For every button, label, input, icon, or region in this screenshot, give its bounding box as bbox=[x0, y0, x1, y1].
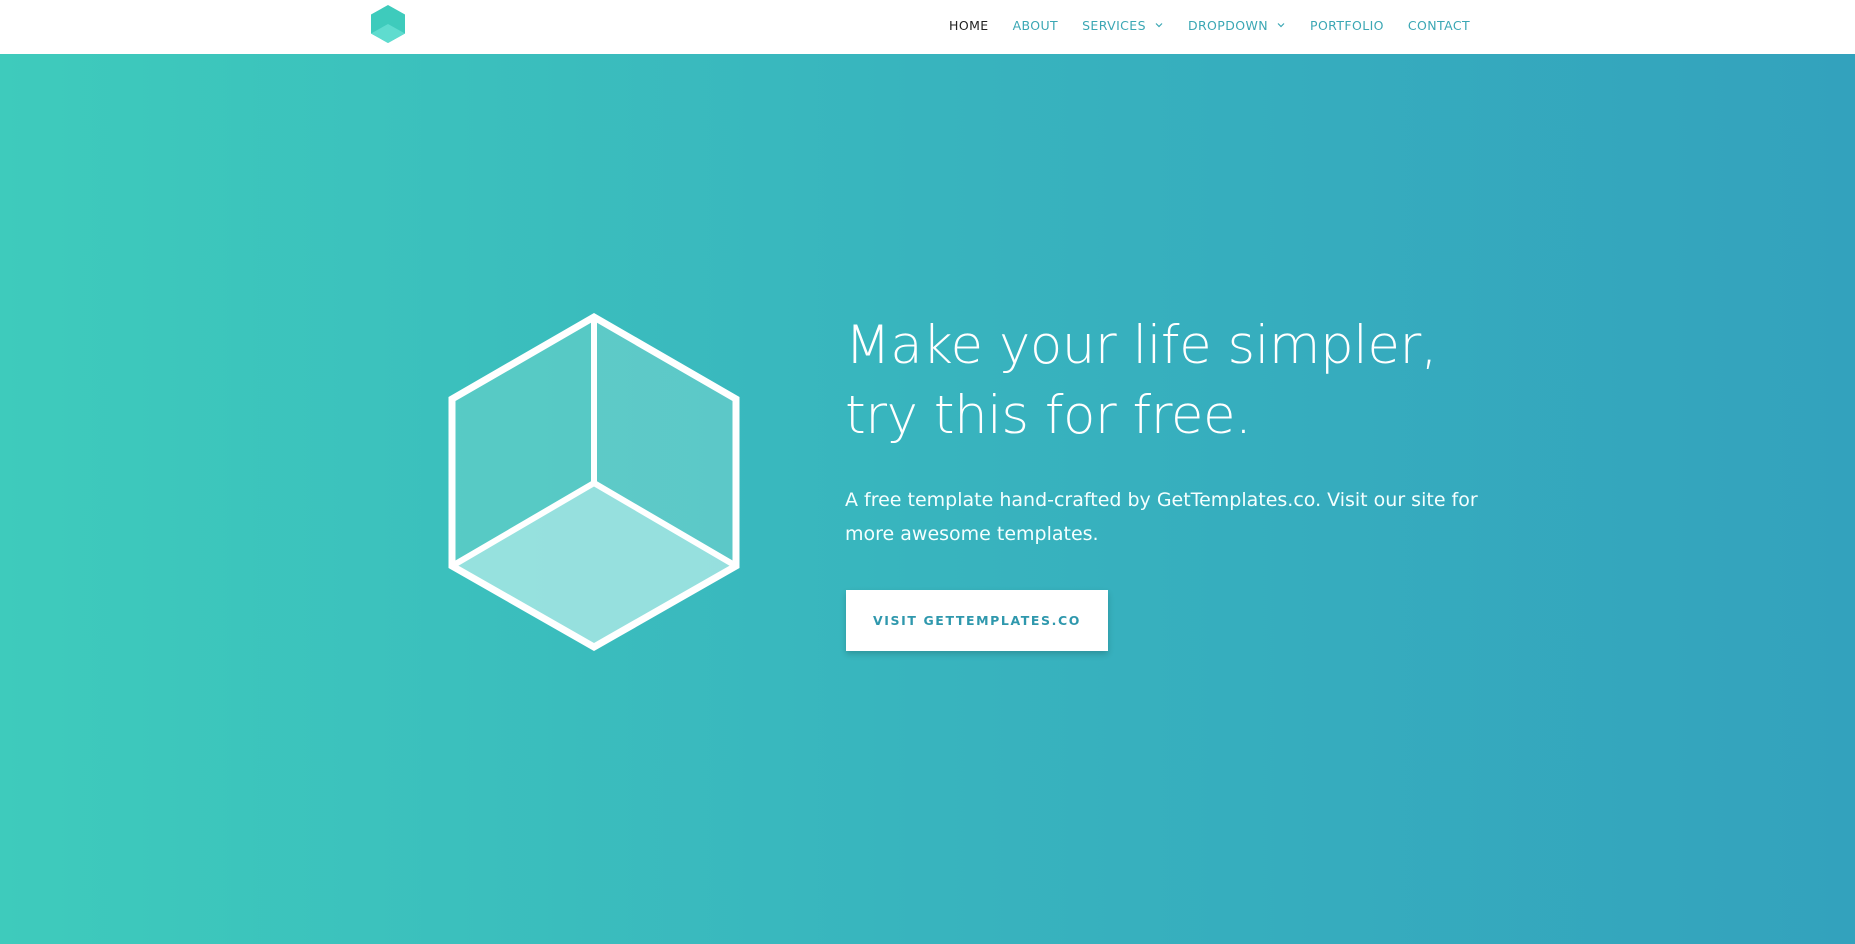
hero-headline-line1: Make your life simpler, bbox=[845, 315, 1438, 376]
navbar: HOME ABOUT SERVICES DROPDOWN PORTFOLIO C… bbox=[0, 0, 1855, 54]
hero-section: Make your life simpler, try this for fre… bbox=[0, 54, 1855, 944]
nav-menu: HOME ABOUT SERVICES DROPDOWN PORTFOLIO C… bbox=[925, 0, 1470, 50]
hero-headline-line2: try this for free. bbox=[845, 385, 1252, 446]
cube-icon bbox=[448, 312, 740, 651]
nav-item-label: ABOUT bbox=[1012, 17, 1059, 33]
nav-item-label: CONTACT bbox=[1407, 17, 1470, 33]
logo-hexagon-icon[interactable] bbox=[369, 4, 407, 44]
nav-item-home[interactable]: HOME bbox=[949, 18, 989, 33]
visit-gettemplates-button[interactable]: VISIT GETTEMPLATES.CO bbox=[846, 590, 1108, 651]
nav-item-label: SERVICES bbox=[1082, 17, 1146, 33]
nav-item-label: DROPDOWN bbox=[1187, 17, 1268, 33]
chevron-down-icon bbox=[1277, 23, 1285, 28]
nav-item-services[interactable]: SERVICES bbox=[1082, 18, 1164, 33]
nav-item-contact[interactable]: CONTACT bbox=[1408, 18, 1470, 33]
nav-item-portfolio[interactable]: PORTFOLIO bbox=[1310, 18, 1384, 33]
nav-item-dropdown[interactable]: DROPDOWN bbox=[1188, 18, 1286, 33]
nav-item-about[interactable]: ABOUT bbox=[1013, 18, 1059, 33]
hero-subtext: A free template hand-crafted by GetTempl… bbox=[845, 489, 1478, 545]
chevron-down-icon bbox=[1155, 23, 1163, 28]
nav-item-label: HOME bbox=[949, 17, 989, 33]
hero-headline: Make your life simpler, try this for fre… bbox=[845, 311, 1485, 451]
nav-item-label: PORTFOLIO bbox=[1310, 17, 1384, 33]
